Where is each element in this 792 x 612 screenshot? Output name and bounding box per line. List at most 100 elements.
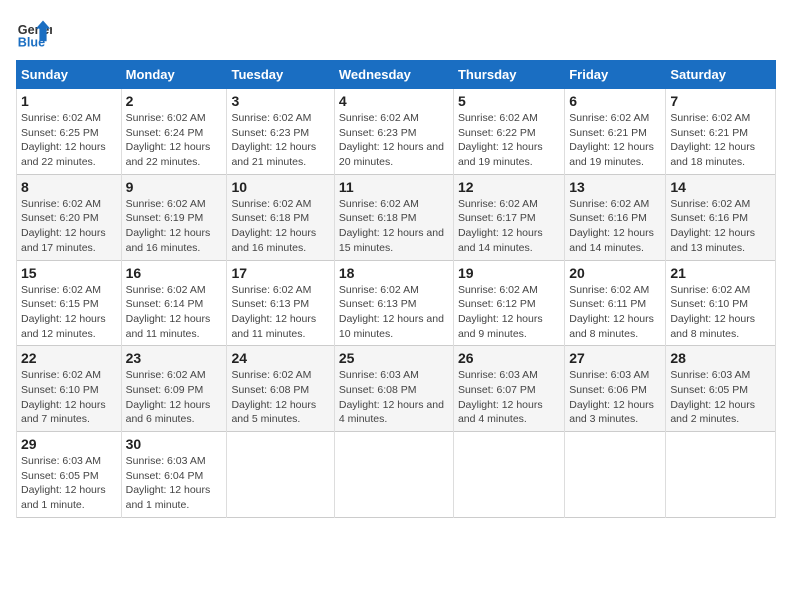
calendar-cell: 4 Sunrise: 6:02 AMSunset: 6:23 PMDayligh… [334,89,453,175]
day-info: Sunrise: 6:02 AMSunset: 6:16 PMDaylight:… [670,198,755,254]
day-number: 21 [670,265,771,281]
calendar-cell: 16 Sunrise: 6:02 AMSunset: 6:14 PMDaylig… [121,260,227,346]
calendar-cell [227,432,334,518]
calendar-cell: 13 Sunrise: 6:02 AMSunset: 6:16 PMDaylig… [565,174,666,260]
day-info: Sunrise: 6:02 AMSunset: 6:10 PMDaylight:… [21,369,106,425]
calendar-cell: 12 Sunrise: 6:02 AMSunset: 6:17 PMDaylig… [453,174,564,260]
calendar-cell: 9 Sunrise: 6:02 AMSunset: 6:19 PMDayligh… [121,174,227,260]
calendar-cell: 29 Sunrise: 6:03 AMSunset: 6:05 PMDaylig… [17,432,122,518]
day-info: Sunrise: 6:02 AMSunset: 6:15 PMDaylight:… [21,284,106,340]
day-info: Sunrise: 6:02 AMSunset: 6:22 PMDaylight:… [458,112,543,168]
day-number: 26 [458,350,560,366]
day-info: Sunrise: 6:02 AMSunset: 6:16 PMDaylight:… [569,198,654,254]
weekday-header-saturday: Saturday [666,61,776,89]
day-number: 6 [569,93,661,109]
day-number: 4 [339,93,449,109]
day-number: 25 [339,350,449,366]
logo: General Blue [16,16,56,52]
calendar-cell [334,432,453,518]
day-number: 27 [569,350,661,366]
calendar-cell: 7 Sunrise: 6:02 AMSunset: 6:21 PMDayligh… [666,89,776,175]
calendar-cell [565,432,666,518]
logo-icon: General Blue [16,16,52,52]
calendar-cell: 15 Sunrise: 6:02 AMSunset: 6:15 PMDaylig… [17,260,122,346]
day-number: 7 [670,93,771,109]
calendar-cell: 17 Sunrise: 6:02 AMSunset: 6:13 PMDaylig… [227,260,334,346]
calendar-cell: 11 Sunrise: 6:02 AMSunset: 6:18 PMDaylig… [334,174,453,260]
calendar-cell: 27 Sunrise: 6:03 AMSunset: 6:06 PMDaylig… [565,346,666,432]
day-info: Sunrise: 6:03 AMSunset: 6:07 PMDaylight:… [458,369,543,425]
day-info: Sunrise: 6:02 AMSunset: 6:12 PMDaylight:… [458,284,543,340]
day-info: Sunrise: 6:02 AMSunset: 6:19 PMDaylight:… [126,198,211,254]
day-number: 14 [670,179,771,195]
day-number: 17 [231,265,329,281]
calendar-cell: 22 Sunrise: 6:02 AMSunset: 6:10 PMDaylig… [17,346,122,432]
day-info: Sunrise: 6:03 AMSunset: 6:05 PMDaylight:… [670,369,755,425]
calendar-cell: 23 Sunrise: 6:02 AMSunset: 6:09 PMDaylig… [121,346,227,432]
day-number: 22 [21,350,117,366]
day-info: Sunrise: 6:02 AMSunset: 6:18 PMDaylight:… [231,198,316,254]
day-number: 18 [339,265,449,281]
calendar-cell: 1 Sunrise: 6:02 AMSunset: 6:25 PMDayligh… [17,89,122,175]
day-info: Sunrise: 6:02 AMSunset: 6:10 PMDaylight:… [670,284,755,340]
calendar-cell: 2 Sunrise: 6:02 AMSunset: 6:24 PMDayligh… [121,89,227,175]
calendar-cell: 5 Sunrise: 6:02 AMSunset: 6:22 PMDayligh… [453,89,564,175]
day-number: 28 [670,350,771,366]
calendar-cell [666,432,776,518]
calendar-cell: 14 Sunrise: 6:02 AMSunset: 6:16 PMDaylig… [666,174,776,260]
calendar-cell: 3 Sunrise: 6:02 AMSunset: 6:23 PMDayligh… [227,89,334,175]
weekday-header-monday: Monday [121,61,227,89]
day-info: Sunrise: 6:02 AMSunset: 6:20 PMDaylight:… [21,198,106,254]
weekday-header-wednesday: Wednesday [334,61,453,89]
day-info: Sunrise: 6:02 AMSunset: 6:23 PMDaylight:… [231,112,316,168]
weekday-header-sunday: Sunday [17,61,122,89]
day-number: 29 [21,436,117,452]
day-info: Sunrise: 6:02 AMSunset: 6:23 PMDaylight:… [339,112,444,168]
day-number: 11 [339,179,449,195]
day-info: Sunrise: 6:02 AMSunset: 6:08 PMDaylight:… [231,369,316,425]
page-header: General Blue [16,16,776,52]
calendar-cell: 6 Sunrise: 6:02 AMSunset: 6:21 PMDayligh… [565,89,666,175]
calendar-cell: 10 Sunrise: 6:02 AMSunset: 6:18 PMDaylig… [227,174,334,260]
day-number: 30 [126,436,223,452]
day-number: 2 [126,93,223,109]
day-info: Sunrise: 6:02 AMSunset: 6:24 PMDaylight:… [126,112,211,168]
day-number: 23 [126,350,223,366]
weekday-header-tuesday: Tuesday [227,61,334,89]
calendar-cell: 30 Sunrise: 6:03 AMSunset: 6:04 PMDaylig… [121,432,227,518]
day-number: 20 [569,265,661,281]
calendar-cell: 26 Sunrise: 6:03 AMSunset: 6:07 PMDaylig… [453,346,564,432]
calendar-cell: 18 Sunrise: 6:02 AMSunset: 6:13 PMDaylig… [334,260,453,346]
day-number: 5 [458,93,560,109]
day-number: 13 [569,179,661,195]
weekday-header-friday: Friday [565,61,666,89]
day-info: Sunrise: 6:02 AMSunset: 6:21 PMDaylight:… [569,112,654,168]
calendar-cell: 28 Sunrise: 6:03 AMSunset: 6:05 PMDaylig… [666,346,776,432]
day-info: Sunrise: 6:02 AMSunset: 6:13 PMDaylight:… [231,284,316,340]
day-info: Sunrise: 6:02 AMSunset: 6:21 PMDaylight:… [670,112,755,168]
calendar-cell [453,432,564,518]
day-info: Sunrise: 6:03 AMSunset: 6:04 PMDaylight:… [126,455,211,511]
day-number: 10 [231,179,329,195]
day-number: 3 [231,93,329,109]
day-number: 12 [458,179,560,195]
day-number: 24 [231,350,329,366]
day-info: Sunrise: 6:02 AMSunset: 6:13 PMDaylight:… [339,284,444,340]
day-info: Sunrise: 6:03 AMSunset: 6:05 PMDaylight:… [21,455,106,511]
day-number: 15 [21,265,117,281]
calendar-table: SundayMondayTuesdayWednesdayThursdayFrid… [16,60,776,518]
day-info: Sunrise: 6:02 AMSunset: 6:11 PMDaylight:… [569,284,654,340]
calendar-cell: 20 Sunrise: 6:02 AMSunset: 6:11 PMDaylig… [565,260,666,346]
calendar-cell: 24 Sunrise: 6:02 AMSunset: 6:08 PMDaylig… [227,346,334,432]
calendar-cell: 21 Sunrise: 6:02 AMSunset: 6:10 PMDaylig… [666,260,776,346]
day-number: 8 [21,179,117,195]
weekday-header-thursday: Thursday [453,61,564,89]
day-number: 1 [21,93,117,109]
day-info: Sunrise: 6:02 AMSunset: 6:14 PMDaylight:… [126,284,211,340]
calendar-cell: 19 Sunrise: 6:02 AMSunset: 6:12 PMDaylig… [453,260,564,346]
day-info: Sunrise: 6:02 AMSunset: 6:25 PMDaylight:… [21,112,106,168]
day-number: 9 [126,179,223,195]
day-info: Sunrise: 6:02 AMSunset: 6:18 PMDaylight:… [339,198,444,254]
day-info: Sunrise: 6:02 AMSunset: 6:17 PMDaylight:… [458,198,543,254]
calendar-cell: 25 Sunrise: 6:03 AMSunset: 6:08 PMDaylig… [334,346,453,432]
